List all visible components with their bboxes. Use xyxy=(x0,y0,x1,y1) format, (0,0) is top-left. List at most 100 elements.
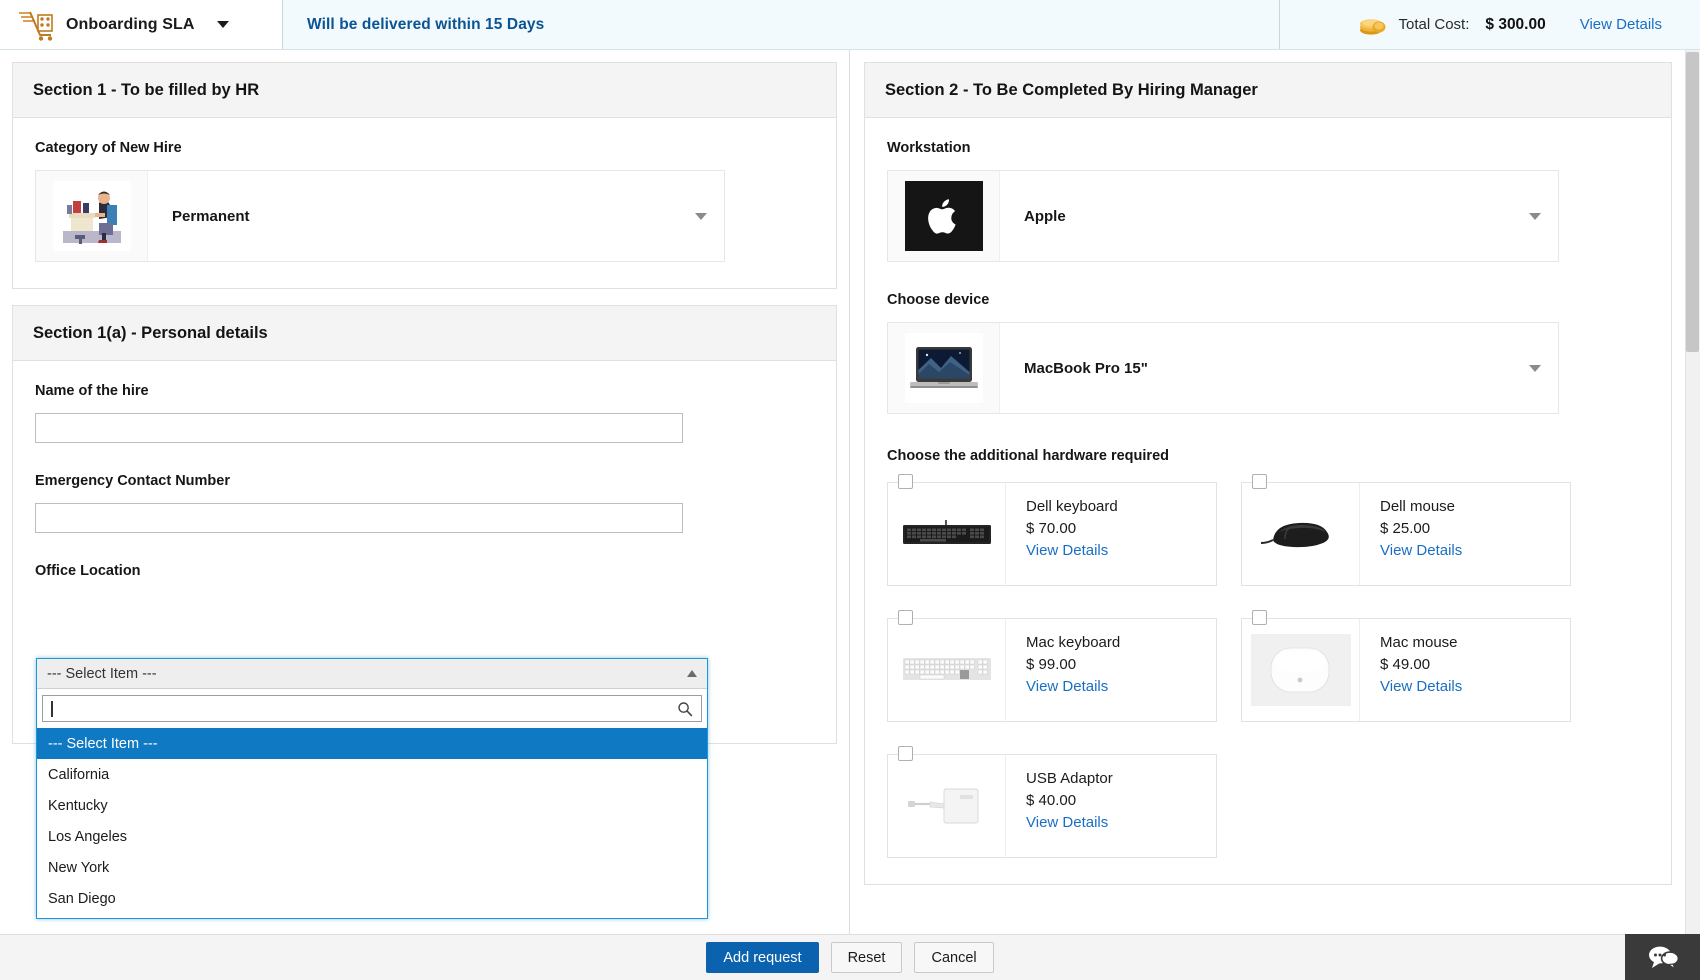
choose-device-picker[interactable]: MacBook Pro 15" xyxy=(887,322,1559,414)
hardware-thumbnail xyxy=(888,755,1006,857)
form-action-bar: Add request Reset Cancel xyxy=(0,934,1700,980)
total-cost-value: $ 300.00 xyxy=(1485,16,1545,34)
choose-device-label: Choose device xyxy=(887,292,1649,308)
hardware-view-details-link[interactable]: View Details xyxy=(1026,812,1216,834)
brand-title: Onboarding SLA xyxy=(66,16,195,34)
hardware-card[interactable]: Mac mouse $ 49.00 View Details xyxy=(1241,618,1571,722)
hardware-checkbox-mac-mouse[interactable] xyxy=(1252,610,1267,625)
hardware-name: USB Adaptor xyxy=(1026,768,1216,790)
workstation-dropdown-toggle[interactable] xyxy=(1512,171,1558,261)
category-of-new-hire-label: Category of New Hire xyxy=(35,140,814,156)
office-location-selected-display[interactable]: --- Select Item --- xyxy=(37,659,707,689)
scrollbar-thumb[interactable] xyxy=(1686,52,1699,352)
hardware-item: Dell mouse $ 25.00 View Details xyxy=(1241,474,1571,586)
device-dropdown-toggle[interactable] xyxy=(1512,323,1558,413)
category-thumbnail xyxy=(36,171,148,261)
brand-chevron-down-icon[interactable] xyxy=(217,21,229,28)
chat-widget-button[interactable] xyxy=(1625,934,1700,980)
hardware-checkbox-dell-mouse[interactable] xyxy=(1252,474,1267,489)
hardware-checkbox-dell-keyboard[interactable] xyxy=(898,474,913,489)
category-value: Permanent xyxy=(148,171,678,261)
search-icon[interactable] xyxy=(677,701,693,717)
hardware-item: USB Adaptor $ 40.00 View Details xyxy=(887,746,1217,858)
hardware-name: Mac mouse xyxy=(1380,632,1570,654)
office-location-label: Office Location xyxy=(35,563,814,579)
total-cost-area: Total Cost: $ 300.00 View Details xyxy=(1280,0,1700,49)
brand-area[interactable]: Onboarding SLA xyxy=(0,0,283,49)
chevron-up-icon xyxy=(687,670,697,677)
mac-mouse-image xyxy=(1251,634,1351,706)
office-location-option[interactable]: Kentucky xyxy=(37,790,707,821)
add-request-button[interactable]: Add request xyxy=(706,942,818,973)
chevron-down-icon xyxy=(1529,365,1541,372)
hardware-info: Mac keyboard $ 99.00 View Details xyxy=(1006,619,1216,721)
hardware-card[interactable]: Dell mouse $ 25.00 View Details xyxy=(1241,482,1571,586)
office-location-option[interactable]: California xyxy=(37,759,707,790)
category-of-new-hire-picker[interactable]: Permanent xyxy=(35,170,725,262)
hardware-checkbox-usb-adaptor[interactable] xyxy=(898,746,913,761)
hardware-info: Mac mouse $ 49.00 View Details xyxy=(1360,619,1570,721)
hardware-price: $ 70.00 xyxy=(1026,518,1216,540)
section-2-body: Workstation Apple xyxy=(865,118,1671,884)
section-1-body: Category of New Hire xyxy=(13,118,836,288)
hardware-card[interactable]: Dell keyboard $ 70.00 View Details xyxy=(887,482,1217,586)
reset-button[interactable]: Reset xyxy=(831,942,903,973)
workstation-value: Apple xyxy=(1000,171,1512,261)
section-2-header: Section 2 - To Be Completed By Hiring Ma… xyxy=(865,63,1671,118)
view-details-link[interactable]: View Details xyxy=(1580,16,1662,33)
hardware-card[interactable]: Mac keyboard $ 99.00 View Details xyxy=(887,618,1217,722)
office-worker-image xyxy=(53,181,131,251)
chat-bubble-icon xyxy=(1646,944,1680,970)
hardware-view-details-link[interactable]: View Details xyxy=(1380,676,1570,698)
hardware-info: USB Adaptor $ 40.00 View Details xyxy=(1006,755,1216,857)
category-dropdown-toggle[interactable] xyxy=(678,171,724,261)
hardware-card[interactable]: USB Adaptor $ 40.00 View Details xyxy=(887,754,1217,858)
office-location-search-input[interactable] xyxy=(53,696,677,721)
section-2-panel: Section 2 - To Be Completed By Hiring Ma… xyxy=(864,62,1672,885)
apple-logo-icon xyxy=(905,181,983,251)
hardware-view-details-link[interactable]: View Details xyxy=(1380,540,1570,562)
hardware-view-details-link[interactable]: View Details xyxy=(1026,540,1216,562)
hardware-checkbox-mac-keyboard[interactable] xyxy=(898,610,913,625)
hardware-name: Dell mouse xyxy=(1380,496,1570,518)
emergency-contact-label: Emergency Contact Number xyxy=(35,473,814,489)
hardware-price: $ 99.00 xyxy=(1026,654,1216,676)
usb-adaptor-image xyxy=(900,777,994,835)
emergency-contact-input[interactable] xyxy=(35,503,683,533)
coins-icon xyxy=(1357,13,1387,37)
hardware-name: Mac keyboard xyxy=(1026,632,1216,654)
macbook-pro-image xyxy=(905,333,983,403)
workstation-thumbnail xyxy=(888,171,1000,261)
device-value: MacBook Pro 15" xyxy=(1000,323,1512,413)
name-of-hire-input[interactable] xyxy=(35,413,683,443)
office-location-option[interactable]: Los Angeles xyxy=(37,821,707,852)
additional-hardware-label: Choose the additional hardware required xyxy=(887,448,1649,464)
right-column: Section 2 - To Be Completed By Hiring Ma… xyxy=(850,50,1700,934)
workstation-label: Workstation xyxy=(887,140,1649,156)
sla-text: Will be delivered within 15 Days xyxy=(307,16,544,34)
device-thumbnail xyxy=(888,323,1000,413)
hardware-view-details-link[interactable]: View Details xyxy=(1026,676,1216,698)
hardware-thumbnail xyxy=(1242,619,1360,721)
sla-banner: Will be delivered within 15 Days xyxy=(283,0,1280,49)
hardware-price: $ 49.00 xyxy=(1380,654,1570,676)
name-of-hire-label: Name of the hire xyxy=(35,383,814,399)
hardware-name: Dell keyboard xyxy=(1026,496,1216,518)
hardware-info: Dell keyboard $ 70.00 View Details xyxy=(1006,483,1216,585)
cancel-button[interactable]: Cancel xyxy=(914,942,993,973)
mac-keyboard-image xyxy=(900,651,994,689)
section-1a-header: Section 1(a) - Personal details xyxy=(13,306,836,361)
page-scrollbar[interactable] xyxy=(1685,50,1700,934)
section-1-header: Section 1 - To be filled by HR xyxy=(13,63,836,118)
office-location-option[interactable]: San Diego xyxy=(37,883,707,914)
hardware-thumbnail xyxy=(1242,483,1360,585)
hardware-grid: Dell keyboard $ 70.00 View Details xyxy=(887,474,1649,858)
office-location-search-row[interactable] xyxy=(42,695,702,722)
office-location-option[interactable]: --- Select Item --- xyxy=(37,728,707,759)
section-1a-title: Section 1(a) - Personal details xyxy=(33,324,816,343)
onboarding-request-page: Onboarding SLA Will be delivered within … xyxy=(0,0,1700,980)
office-location-option[interactable]: New York xyxy=(37,852,707,883)
office-location-dropdown[interactable]: --- Select Item --- --- Select Item --- … xyxy=(36,658,708,919)
workstation-picker[interactable]: Apple xyxy=(887,170,1559,262)
shopping-cart-icon xyxy=(18,9,54,41)
